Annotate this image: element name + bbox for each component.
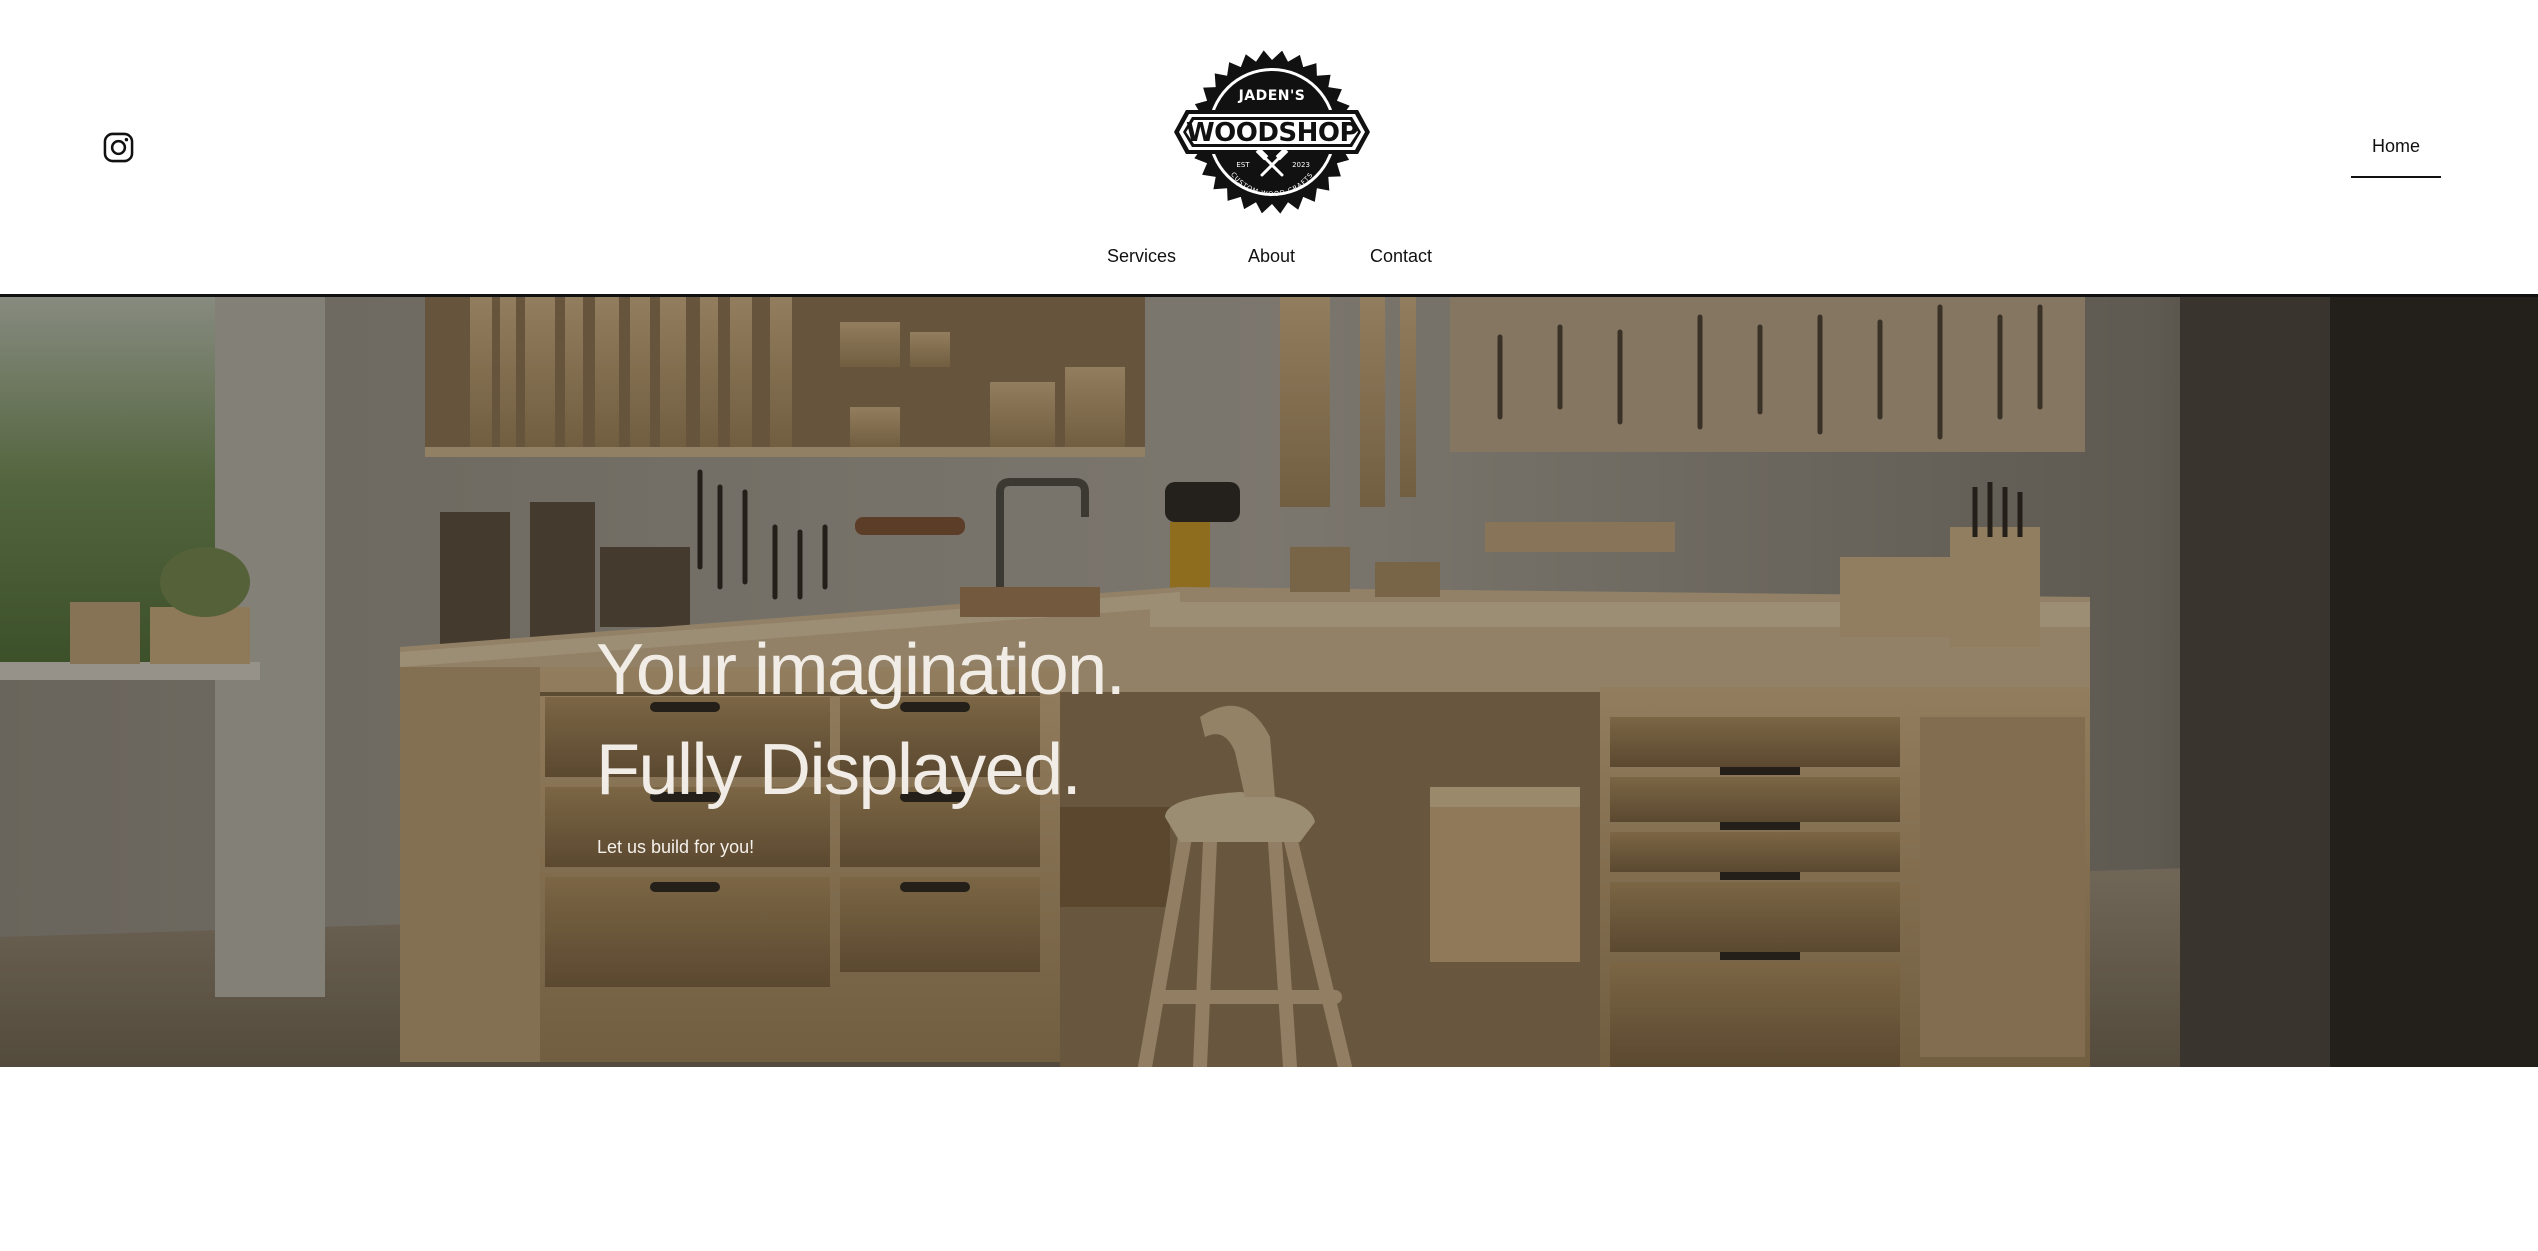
instagram-icon bbox=[103, 132, 134, 163]
logo-main-text: WOODSHOP bbox=[1186, 118, 1358, 148]
logo-est-right: 2023 bbox=[1292, 161, 1310, 169]
hero-headline-line1: Your imagination. bbox=[596, 630, 1126, 710]
nav-about[interactable]: About bbox=[1248, 244, 1295, 268]
logo-est-left: EST bbox=[1236, 161, 1250, 169]
hero-headline-line2: Fully Displayed. bbox=[596, 730, 1082, 810]
hero-section: Your imagination. Fully Displayed. Let u… bbox=[0, 297, 2538, 1067]
saw-blade-logo: JADEN'S WOODSHOP EST 2023 CUSTOM WOOD CR… bbox=[1174, 50, 1370, 214]
instagram-link[interactable] bbox=[103, 132, 134, 163]
nav-home[interactable]: Home bbox=[2351, 134, 2441, 178]
logo-top-text: JADEN'S bbox=[1238, 88, 1306, 104]
main-nav: Services About Contact bbox=[0, 244, 2538, 268]
nav-contact[interactable]: Contact bbox=[1370, 244, 1432, 268]
nav-services[interactable]: Services bbox=[1107, 244, 1176, 268]
site-logo[interactable]: JADEN'S WOODSHOP EST 2023 CUSTOM WOOD CR… bbox=[1172, 50, 1372, 214]
site-header: JADEN'S WOODSHOP EST 2023 CUSTOM WOOD CR… bbox=[0, 0, 2538, 297]
hero-overlay bbox=[0, 297, 2538, 1067]
hero-tagline: Let us build for you! bbox=[597, 837, 755, 857]
